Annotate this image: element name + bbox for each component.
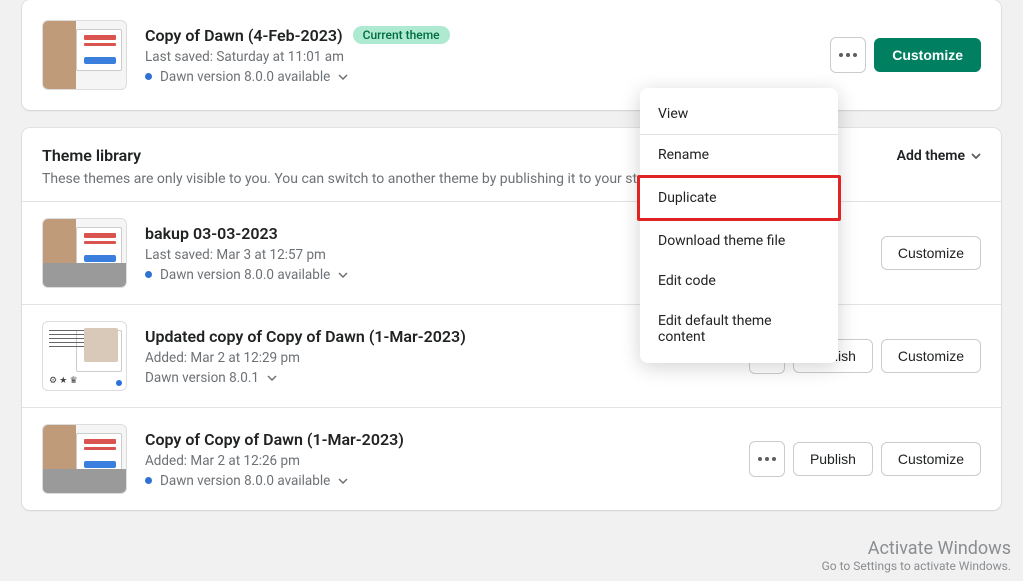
version-dropdown[interactable]: Dawn version 8.0.0 available: [145, 69, 830, 85]
customize-button[interactable]: Customize: [881, 442, 981, 476]
chevron-down-icon: [971, 153, 981, 159]
customize-button[interactable]: Customize: [881, 339, 981, 373]
windows-activation-watermark: Activate Windows Go to Settings to activ…: [822, 538, 1011, 573]
dots-icon: [839, 53, 857, 57]
chevron-down-icon: [267, 373, 277, 383]
chevron-down-icon: [338, 476, 348, 486]
version-text: Dawn version 8.0.1: [145, 370, 259, 386]
publish-button[interactable]: Publish: [793, 442, 873, 476]
version-text: Dawn version 8.0.0 available: [160, 473, 330, 489]
theme-thumbnail: [42, 20, 127, 90]
dropdown-download[interactable]: Download theme file: [640, 221, 838, 261]
more-actions-button[interactable]: [830, 37, 866, 73]
theme-title: bakup 03-03-2023: [145, 224, 278, 243]
last-saved-text: Last saved: Saturday at 11:01 am: [145, 49, 830, 65]
theme-library-card: Theme library These themes are only visi…: [22, 128, 1001, 510]
theme-thumbnail: [42, 424, 127, 494]
current-theme-badge: Current theme: [353, 26, 450, 44]
theme-thumbnail: ⚙ ★ ♛: [42, 321, 127, 391]
chevron-down-icon: [338, 270, 348, 280]
library-description: These themes are only visible to you. Yo…: [42, 171, 637, 187]
version-dropdown[interactable]: Dawn version 8.0.0 available: [145, 473, 749, 489]
theme-title: Copy of Copy of Dawn (1-Mar-2023): [145, 430, 404, 449]
theme-actions-dropdown: View Rename Duplicate Download theme fil…: [640, 88, 838, 363]
watermark-sub: Go to Settings to activate Windows.: [822, 559, 1011, 573]
current-theme-card: Copy of Dawn (4-Feb-2023) Current theme …: [22, 0, 1001, 110]
update-dot-icon: [145, 73, 152, 80]
version-text: Dawn version 8.0.0 available: [160, 267, 330, 283]
dropdown-rename[interactable]: Rename: [640, 135, 838, 175]
customize-button[interactable]: Customize: [874, 38, 981, 72]
dots-icon: [758, 457, 776, 461]
theme-row: Copy of Copy of Dawn (1-Mar-2023) Added:…: [22, 407, 1001, 510]
update-dot-icon: [145, 271, 152, 278]
version-dropdown[interactable]: Dawn version 8.0.1: [145, 370, 749, 386]
theme-thumbnail: [42, 218, 127, 288]
dropdown-edit-default[interactable]: Edit default theme content: [640, 301, 838, 357]
update-dot-icon: [145, 477, 152, 484]
more-actions-button[interactable]: [749, 441, 785, 477]
theme-row: ⚙ ★ ♛ Updated copy of Copy of Dawn (1-Ma…: [22, 304, 1001, 407]
theme-title: Copy of Dawn (4-Feb-2023): [145, 26, 343, 45]
dropdown-duplicate[interactable]: Duplicate: [637, 175, 841, 221]
version-text: Dawn version 8.0.0 available: [160, 69, 330, 85]
chevron-down-icon: [338, 72, 348, 82]
dropdown-view[interactable]: View: [640, 94, 838, 134]
dropdown-edit-code[interactable]: Edit code: [640, 261, 838, 301]
add-theme-button[interactable]: Add theme: [897, 148, 981, 164]
add-theme-label: Add theme: [897, 148, 965, 164]
theme-title: Updated copy of Copy of Dawn (1-Mar-2023…: [145, 327, 466, 346]
watermark-title: Activate Windows: [822, 538, 1011, 559]
added-text: Added: Mar 2 at 12:26 pm: [145, 453, 749, 469]
customize-button[interactable]: Customize: [881, 236, 981, 270]
theme-row: bakup 03-03-2023 Last saved: Mar 3 at 12…: [22, 201, 1001, 304]
library-heading: Theme library: [42, 146, 637, 165]
